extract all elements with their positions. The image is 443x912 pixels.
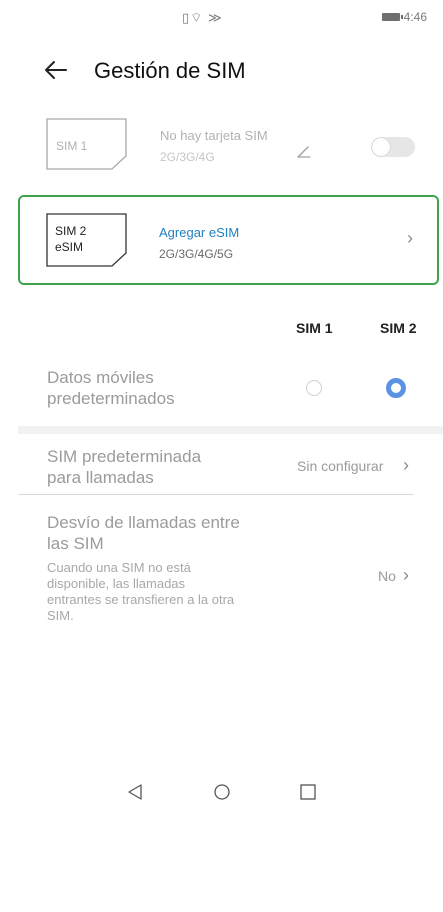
default-data-label-line2: predeterminados	[47, 389, 175, 408]
system-navigation-bar	[0, 782, 443, 826]
status-bar: ▯⌔ ≫ 4:46	[0, 0, 443, 40]
default-data-sim2-radio[interactable]	[386, 378, 406, 398]
toggle-knob	[372, 138, 390, 156]
status-time: 4:46	[403, 10, 427, 24]
nav-home-icon[interactable]	[212, 782, 232, 802]
default-data-label-line1: Datos móviles	[47, 368, 154, 387]
app-header: Gestión de SIM	[0, 52, 443, 88]
sim1-status: No hay tarjeta SIM	[160, 128, 268, 143]
edit-pencil-icon[interactable]	[296, 144, 312, 160]
page-title: Gestión de SIM	[94, 58, 246, 83]
call-forwarding-label-line2: las SIM	[47, 534, 104, 553]
call-forwarding-desc-line2: disponible, las llamadas	[47, 576, 186, 591]
default-data-sim1-radio[interactable]	[306, 380, 322, 396]
chevron-right-icon: ›	[407, 228, 413, 248]
status-right: 4:46	[381, 10, 427, 24]
sim2-row[interactable]: SIM 2 eSIM Agregar eSIM 2G/3G/4G/5G ›	[18, 195, 439, 285]
row-divider	[18, 494, 414, 495]
default-calls-value[interactable]: Sin configurar	[297, 458, 383, 474]
back-arrow-icon[interactable]	[40, 54, 72, 86]
call-forwarding-desc-line1: Cuando una SIM no está	[47, 560, 191, 575]
chevron-right-icon: ›	[403, 565, 409, 585]
default-calls-label-line2[interactable]: para llamadas	[47, 467, 154, 488]
chevron-right-icon: ›	[403, 455, 409, 475]
add-esim-link[interactable]: Agregar eSIM	[159, 225, 239, 240]
sim2-card-label-line1: SIM 2	[55, 224, 87, 238]
sim1-toggle[interactable]	[371, 137, 415, 157]
battery-icon	[381, 13, 403, 21]
sim2-card-label-line2: eSIM	[55, 240, 84, 254]
call-forwarding-label-line1: Desvío de llamadas entre	[47, 513, 240, 532]
sim1-card-label: SIM 1	[56, 139, 88, 153]
call-forwarding-value[interactable]: No	[378, 568, 396, 584]
column-header-sim2: SIM 2	[380, 320, 417, 336]
sim1-bands: 2G/3G/4G	[160, 150, 215, 164]
status-icons: ▯⌔ ≫	[182, 10, 223, 25]
default-calls-label-line1: SIM predeterminada	[47, 447, 202, 466]
section-divider	[18, 426, 443, 434]
call-forwarding-desc-line4: SIM.	[47, 608, 74, 623]
column-header-sim1: SIM 1	[296, 320, 333, 336]
call-forwarding-desc-line3: entrantes se transfieren a la otra	[47, 592, 235, 607]
sim2-bands: 2G/3G/4G/5G	[159, 247, 234, 261]
nav-recents-icon[interactable]	[298, 782, 318, 802]
nav-back-icon[interactable]	[125, 782, 145, 802]
